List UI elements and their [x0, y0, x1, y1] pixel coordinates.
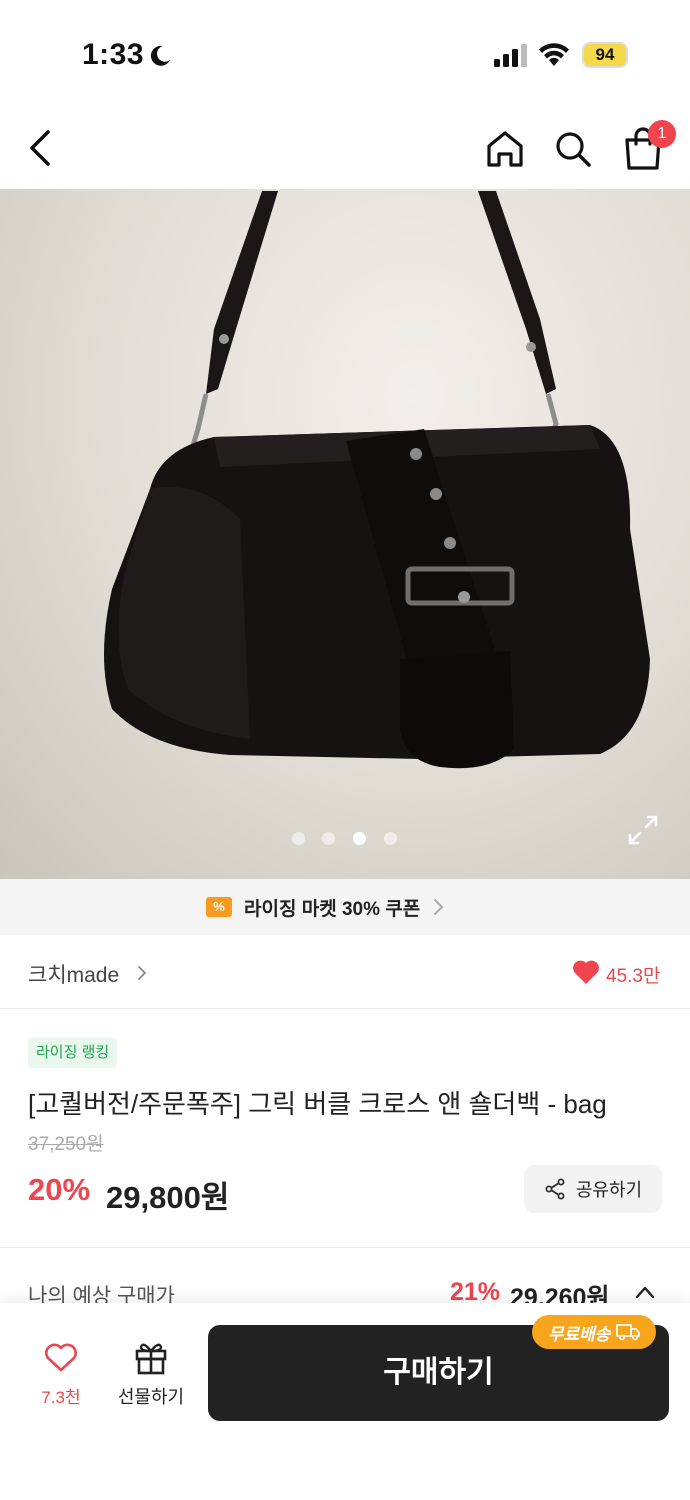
store-row: 크치made 45.3만	[0, 935, 690, 1009]
free-shipping-label: 무료배송	[547, 1324, 611, 1344]
store-like-count: 45.3만	[606, 966, 661, 987]
moon-icon	[150, 45, 170, 66]
status-time: 1:33	[82, 38, 145, 71]
cart-count-badge: 1	[648, 120, 676, 148]
product-image-carousel[interactable]	[0, 189, 690, 879]
carousel-dot[interactable]	[292, 832, 305, 845]
chevron-right-icon	[434, 899, 444, 915]
ranking-badge: 라이징 랭킹	[28, 1038, 118, 1068]
coupon-banner-content: % 라이징 마켓 30% 쿠폰	[206, 893, 446, 921]
battery-indicator: 94	[582, 42, 628, 68]
wishlist-count: 7.3천	[41, 1388, 81, 1407]
carousel-dot-active[interactable]	[353, 832, 366, 845]
coupon-icon: %	[206, 897, 232, 917]
heart-filled-icon[interactable]	[572, 959, 600, 985]
original-price: 37,250원	[28, 1134, 104, 1155]
discount-rate: 20%	[28, 1172, 91, 1207]
share-icon	[545, 1178, 565, 1200]
share-label: 공유하기	[575, 1180, 643, 1200]
fullscreen-expand-icon[interactable]	[626, 813, 660, 847]
gift-icon	[135, 1343, 167, 1375]
product-photo-bag	[104, 191, 650, 769]
gift-label: 선물하기	[117, 1387, 185, 1407]
share-button[interactable]: 공유하기	[524, 1165, 662, 1213]
wifi-icon	[539, 43, 569, 66]
coupon-label: 라이징 마켓 30% 쿠폰	[244, 898, 421, 920]
status-bar: 1:33 94	[0, 0, 690, 110]
search-icon[interactable]	[553, 128, 593, 170]
gift-button[interactable]: 선물하기	[110, 1339, 192, 1411]
store-name-link[interactable]: 크치made	[28, 959, 119, 989]
chevron-right-icon[interactable]	[137, 965, 147, 981]
home-icon[interactable]	[484, 128, 526, 170]
section-divider	[0, 1247, 690, 1248]
back-arrow-icon[interactable]	[22, 126, 62, 170]
product-title: [고퀄버전/주문폭주] 그릭 버클 크로스 앤 숄더백 - bag	[28, 1089, 607, 1119]
sale-price: 29,800원	[106, 1180, 230, 1215]
top-nav	[0, 110, 690, 190]
carousel-dot[interactable]	[322, 832, 335, 845]
cellular-signal-icon	[494, 44, 527, 67]
coupon-banner[interactable]: % 라이징 마켓 30% 쿠폰	[0, 879, 690, 935]
delivery-truck-icon	[616, 1324, 641, 1341]
heart-outline-icon	[45, 1343, 77, 1372]
chevron-up-icon[interactable]	[634, 1284, 656, 1300]
free-shipping-badge: 무료배송	[532, 1315, 656, 1349]
bottom-action-bar: 7.3천 선물하기 구매하기 무료배송	[0, 1303, 690, 1500]
carousel-dot[interactable]	[384, 832, 397, 845]
battery-level: 94	[595, 45, 615, 64]
wishlist-button[interactable]: 7.3천	[30, 1343, 92, 1411]
